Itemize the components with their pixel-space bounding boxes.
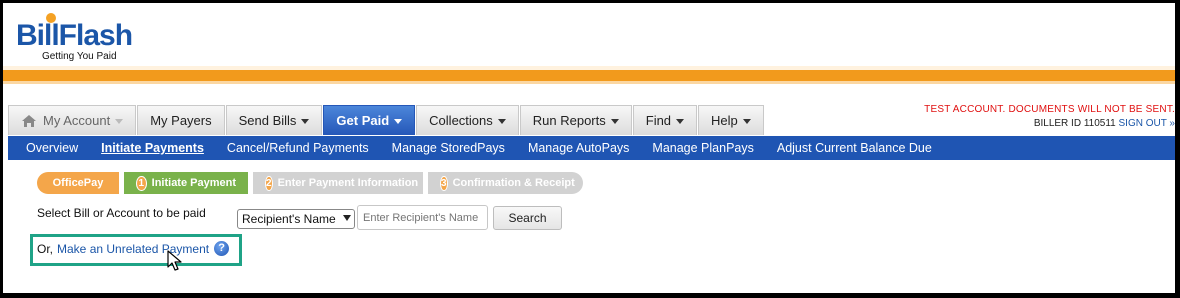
recipient-name-input[interactable] — [357, 205, 488, 230]
subnav-manage-storedpays[interactable]: Manage StoredPays — [392, 141, 505, 155]
test-account-notice: TEST ACCOUNT. DOCUMENTS WILL NOT BE SENT… — [924, 104, 1175, 115]
subnav-manage-planpays[interactable]: Manage PlanPays — [652, 141, 753, 155]
help-icon[interactable]: ? — [214, 241, 230, 256]
unrelated-payment-link[interactable]: Make an Unrelated Payment — [57, 242, 209, 256]
tab-label: Help — [711, 113, 738, 128]
biller-info: BILLER ID 110511 SIGN OUT » — [1034, 118, 1175, 129]
step-number: 2 — [265, 175, 273, 191]
chevron-down-icon — [394, 119, 403, 124]
subnav-cancel-refund[interactable]: Cancel/Refund Payments — [227, 141, 369, 155]
sub-navigation: Overview Initiate Payments Cancel/Refund… — [8, 136, 1175, 160]
tab-send-bills[interactable]: Send Bills — [225, 105, 323, 135]
sign-out-link[interactable]: SIGN OUT » — [1119, 118, 1176, 129]
step-label: Initiate Payment — [151, 177, 236, 189]
step-number: 1 — [136, 175, 147, 191]
home-icon — [22, 114, 36, 127]
subnav-manage-autopays[interactable]: Manage AutoPays — [528, 141, 629, 155]
select-bill-label: Select Bill or Account to be paid — [37, 206, 206, 220]
step-label: Confirmation & Receipt — [452, 177, 575, 189]
tab-label: Find — [645, 113, 672, 128]
chevron-down-icon — [742, 119, 751, 124]
tab-get-paid[interactable]: Get Paid — [323, 105, 416, 135]
logo-tagline: Getting You Paid — [42, 51, 117, 62]
tab-my-payers[interactable]: My Payers — [137, 105, 225, 135]
logo-dot-icon — [46, 13, 56, 23]
tab-collections[interactable]: Collections — [416, 105, 519, 135]
header-orange-band — [3, 70, 1175, 81]
tab-label: Run Reports — [532, 113, 606, 128]
chevron-down-icon — [115, 119, 124, 124]
subnav-adjust-balance[interactable]: Adjust Current Balance Due — [777, 141, 932, 155]
chevron-down-icon — [343, 215, 351, 221]
page-frame: BillFlash Getting You Paid TEST ACCOUNT.… — [3, 3, 1175, 293]
tab-run-reports[interactable]: Run Reports — [519, 105, 632, 135]
billflash-logo[interactable]: BillFlash Getting You Paid — [16, 13, 133, 62]
search-button[interactable]: Search — [493, 206, 562, 230]
header-band-bottom — [3, 81, 1175, 84]
step-confirmation: 3 Confirmation & Receipt — [428, 172, 583, 194]
step-enter-payment-info: 2 Enter Payment Information — [253, 172, 423, 194]
tab-label: My Payers — [150, 113, 212, 128]
select-value: Recipient's Name — [242, 212, 336, 226]
subnav-overview[interactable]: Overview — [26, 141, 78, 155]
tab-find[interactable]: Find — [632, 105, 698, 135]
step-label: Enter Payment Information — [277, 177, 419, 189]
tab-label: Get Paid — [336, 113, 390, 128]
main-tabs: My Account My Payers Send Bills Get Paid… — [8, 105, 765, 136]
tab-label: Send Bills — [238, 113, 297, 128]
subnav-initiate-payments[interactable]: Initiate Payments — [101, 141, 204, 155]
chevron-down-icon — [676, 119, 685, 124]
recipient-select[interactable]: Recipient's Name — [237, 209, 355, 229]
chevron-down-icon — [301, 119, 310, 124]
tab-label: My Account — [43, 113, 111, 128]
or-prefix: Or, — [37, 241, 54, 256]
tab-label: Collections — [429, 113, 493, 128]
tab-my-account[interactable]: My Account — [8, 105, 137, 135]
chevron-down-icon — [497, 119, 506, 124]
chevron-down-icon — [610, 119, 619, 124]
step-initiate-payment: 1 Initiate Payment — [124, 172, 248, 194]
step-officepay: OfficePay — [37, 172, 119, 194]
step-number: 3 — [440, 175, 448, 191]
logo-text: BillFlash — [16, 19, 133, 52]
tab-help[interactable]: Help — [698, 105, 764, 135]
step-label: OfficePay — [52, 177, 104, 189]
payment-steps: OfficePay 1 Initiate Payment 2 Enter Pay… — [37, 172, 583, 194]
biller-id: BILLER ID 110511 — [1033, 118, 1116, 129]
mouse-cursor-icon — [167, 250, 182, 271]
unrelated-payment-row: Or, Make an Unrelated Payment ? — [37, 241, 230, 256]
